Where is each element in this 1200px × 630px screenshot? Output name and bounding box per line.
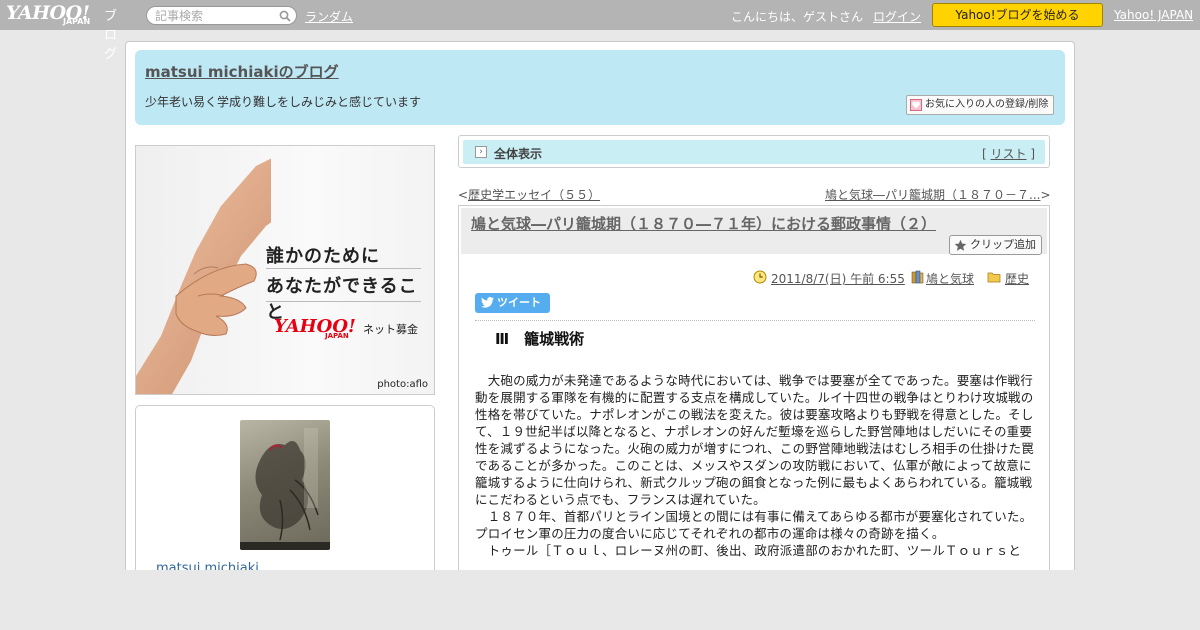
prev-article-nav: <歴史学エッセイ（５５） xyxy=(458,188,601,202)
tweet-button[interactable]: ツイート xyxy=(475,293,550,313)
heart-icon xyxy=(910,99,922,111)
profile-book-image[interactable] xyxy=(240,420,330,550)
ad-yahoo-japan-text: JAPAN xyxy=(325,332,349,340)
chevron-right-icon: › xyxy=(475,146,487,158)
profile-panel: matsui michiaki xyxy=(135,405,435,585)
favorite-button[interactable]: お気に入りの人の登録/削除 xyxy=(906,95,1054,115)
next-article-nav: 鳩と気球―パリ籠城期（１８７０－７...> xyxy=(825,188,1051,202)
rooster-illustration xyxy=(240,428,330,550)
blog-header: matsui michiakiのブログ 少年老い易く学成り難しをしみじみと感じて… xyxy=(135,50,1065,125)
view-bar: › 全体表示 [ リスト ] xyxy=(458,135,1050,168)
list-link-wrapper: [ リスト ] xyxy=(982,145,1035,162)
search-icon[interactable] xyxy=(279,10,291,22)
blog-title[interactable]: matsui michiakiのブログ xyxy=(145,61,339,82)
login-link[interactable]: ログイン xyxy=(873,8,921,25)
view-bar-inner: › 全体表示 [ リスト ] xyxy=(463,140,1045,164)
list-bracket-close: ] xyxy=(1026,147,1035,161)
twitter-bird-icon xyxy=(481,297,494,308)
article-panel: 鳩と気球―パリ籠城期（１８７０―７１年）における郵政事情（２） クリップ追加 2… xyxy=(458,205,1050,595)
search-box xyxy=(146,6,297,25)
ad-banner[interactable]: 誰かのために あなたができること YAHOO! JAPAN ネット募金 phot… xyxy=(135,145,435,395)
ad-photo-credit: photo:aflo xyxy=(377,379,428,390)
article-paragraph: １８７０年、首都パリとライン国境との間には有事に備えてあらゆる都市が要塞化されて… xyxy=(475,509,1033,541)
section-heading: Ⅲ 籠城戦術 xyxy=(495,330,585,348)
divider xyxy=(475,320,1035,321)
top-bar: YAHOO! JAPAN ブログ ランダム こんにちは、ゲストさん ログイン Y… xyxy=(0,0,1200,62)
ad-headline-1: 誰かのために xyxy=(266,246,380,267)
logo-japan-text: JAPAN xyxy=(63,17,91,26)
folder-icon xyxy=(987,272,1001,283)
yahoo-japan-link[interactable]: Yahoo! JAPAN xyxy=(1114,8,1193,22)
clock-icon xyxy=(753,270,767,284)
bottom-band xyxy=(0,570,1200,630)
article-header: 鳩と気球―パリ籠城期（１８７０―７１年）における郵政事情（２） クリップ追加 xyxy=(461,208,1047,255)
books-icon xyxy=(911,270,924,284)
article-title[interactable]: 鳩と気球―パリ籠城期（１８７０―７１年）における郵政事情（２） xyxy=(471,213,936,234)
ad-divider xyxy=(266,268,421,269)
start-blog-button[interactable]: Yahoo!ブログを始める xyxy=(932,3,1103,27)
logo-blog-text: ブログ xyxy=(104,9,118,62)
view-all-label: 全体表示 xyxy=(494,147,543,161)
article-date[interactable]: 2011/8/7(日) 午前 6:55 xyxy=(771,270,905,287)
search-input[interactable] xyxy=(155,9,275,23)
clip-add-label: クリップ追加 xyxy=(970,238,1036,251)
ad-divider xyxy=(266,301,421,302)
ad-service-name: ネット募金 xyxy=(363,323,418,336)
list-link[interactable]: リスト xyxy=(990,147,1026,161)
article-body: 大砲の威力が未発達であるような時代においては、戦争では要塞が全てであった。要塞は… xyxy=(475,372,1037,559)
article-paragraph: 大砲の威力が未発達であるような時代においては、戦争では要塞が全てであった。要塞は… xyxy=(475,373,1034,507)
next-article-link[interactable]: 鳩と気球―パリ籠城期（１８７０－７... xyxy=(825,188,1040,202)
article-paragraph: トゥール［Ｔｏｕｌ、ロレーヌ州の町、後出、政府派遣部のおかれた町、ツールＴｏｕｒ… xyxy=(475,543,1022,558)
prev-article-link[interactable]: 歴史学エッセイ（５５） xyxy=(468,188,600,202)
article-category-link[interactable]: 鳩と気球 xyxy=(926,270,974,287)
favorite-button-label: お気に入りの人の登録/削除 xyxy=(925,99,1049,110)
greeting-text: こんにちは、ゲストさん xyxy=(731,10,864,24)
clip-add-button[interactable]: クリップ追加 xyxy=(949,235,1042,255)
random-link[interactable]: ランダム xyxy=(305,8,353,25)
blog-description: 少年老い易く学成り難しをしみじみと感じています xyxy=(145,95,422,109)
tweet-button-label: ツイート xyxy=(497,296,541,309)
handshake-image xyxy=(136,158,271,394)
article-folder-link[interactable]: 歴史 xyxy=(1005,270,1029,287)
star-icon xyxy=(954,239,967,251)
